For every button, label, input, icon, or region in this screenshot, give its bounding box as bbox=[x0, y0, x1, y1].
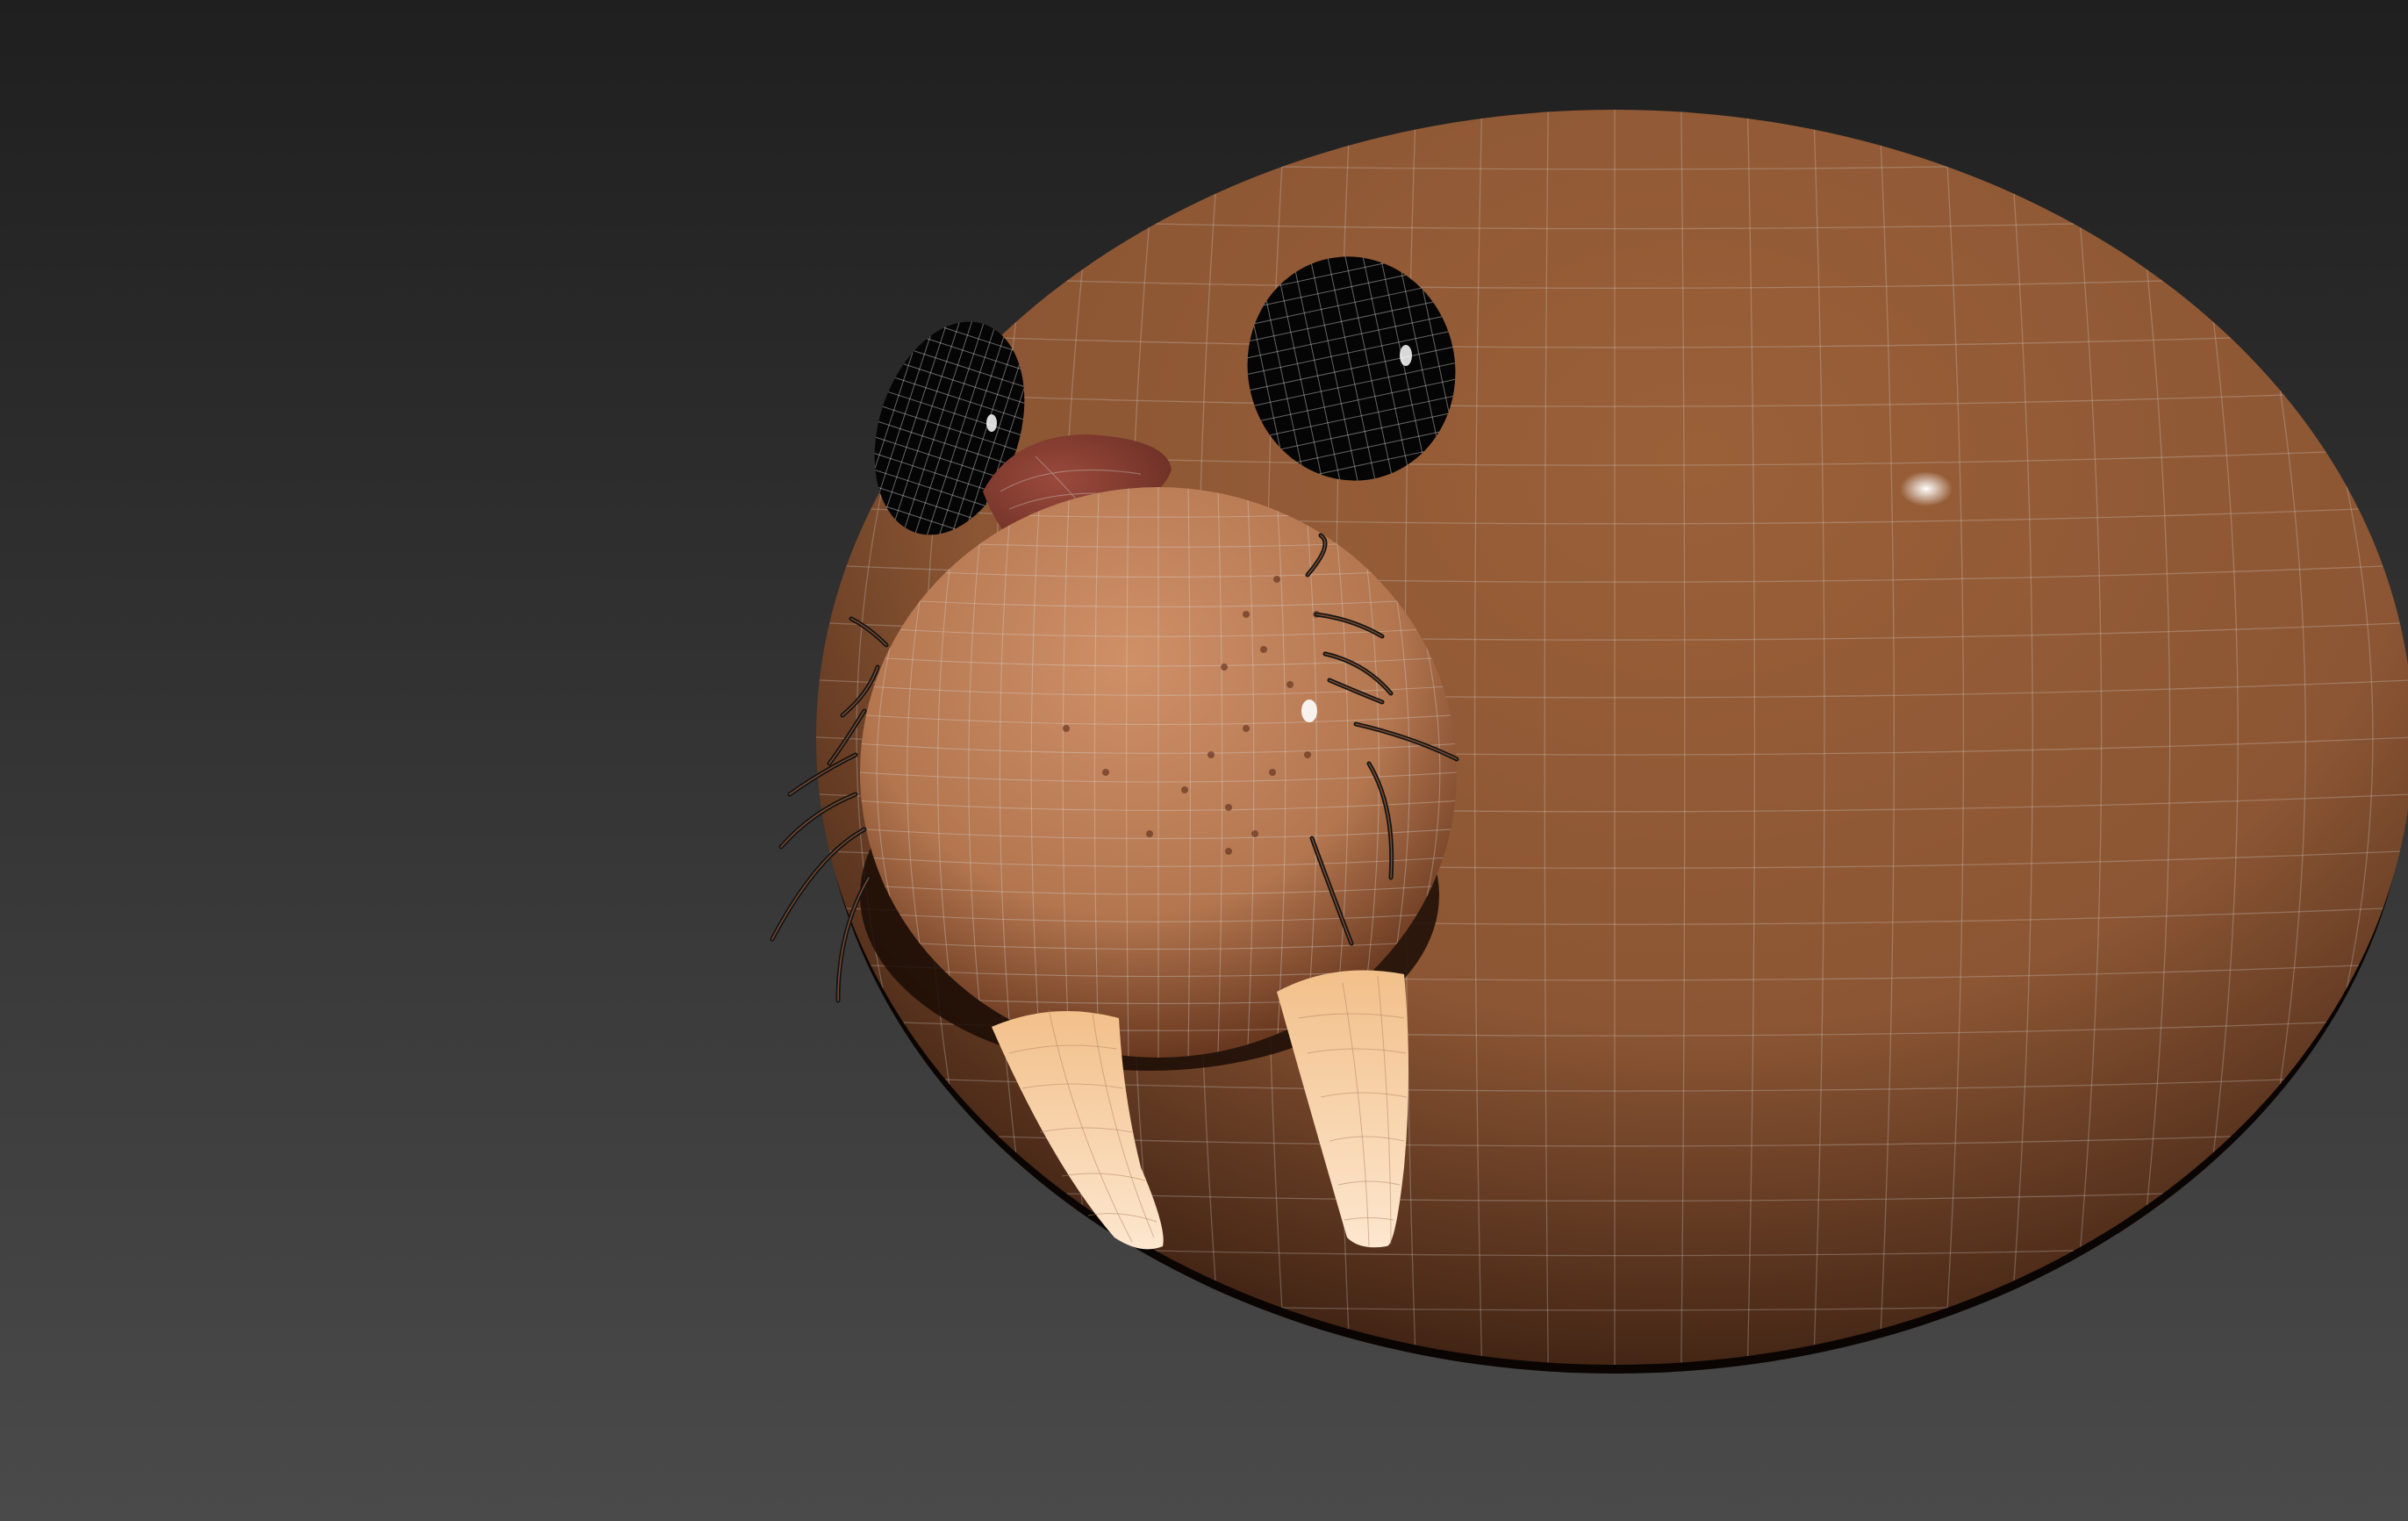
right-eye-highlight bbox=[986, 414, 997, 432]
pore bbox=[1225, 804, 1232, 811]
pore bbox=[1243, 611, 1250, 618]
head-specular-highlight bbox=[1900, 471, 1953, 506]
pore bbox=[1221, 664, 1228, 671]
pore bbox=[1063, 725, 1070, 732]
pore bbox=[1269, 769, 1276, 776]
pore bbox=[1243, 725, 1250, 732]
pore bbox=[1102, 769, 1109, 776]
pore bbox=[1273, 576, 1280, 583]
viewport-canvas[interactable] bbox=[0, 0, 2408, 1521]
3d-viewport[interactable] bbox=[0, 0, 2408, 1521]
pore bbox=[1304, 751, 1311, 758]
pore bbox=[1260, 646, 1267, 653]
pore bbox=[1181, 786, 1188, 793]
muzzle-highlight bbox=[1301, 700, 1317, 722]
pore bbox=[1146, 830, 1153, 837]
pore bbox=[1225, 848, 1232, 855]
pore bbox=[1208, 751, 1215, 758]
pore bbox=[1286, 681, 1294, 688]
pore bbox=[1251, 830, 1258, 837]
left-eye-highlight bbox=[1400, 345, 1412, 366]
